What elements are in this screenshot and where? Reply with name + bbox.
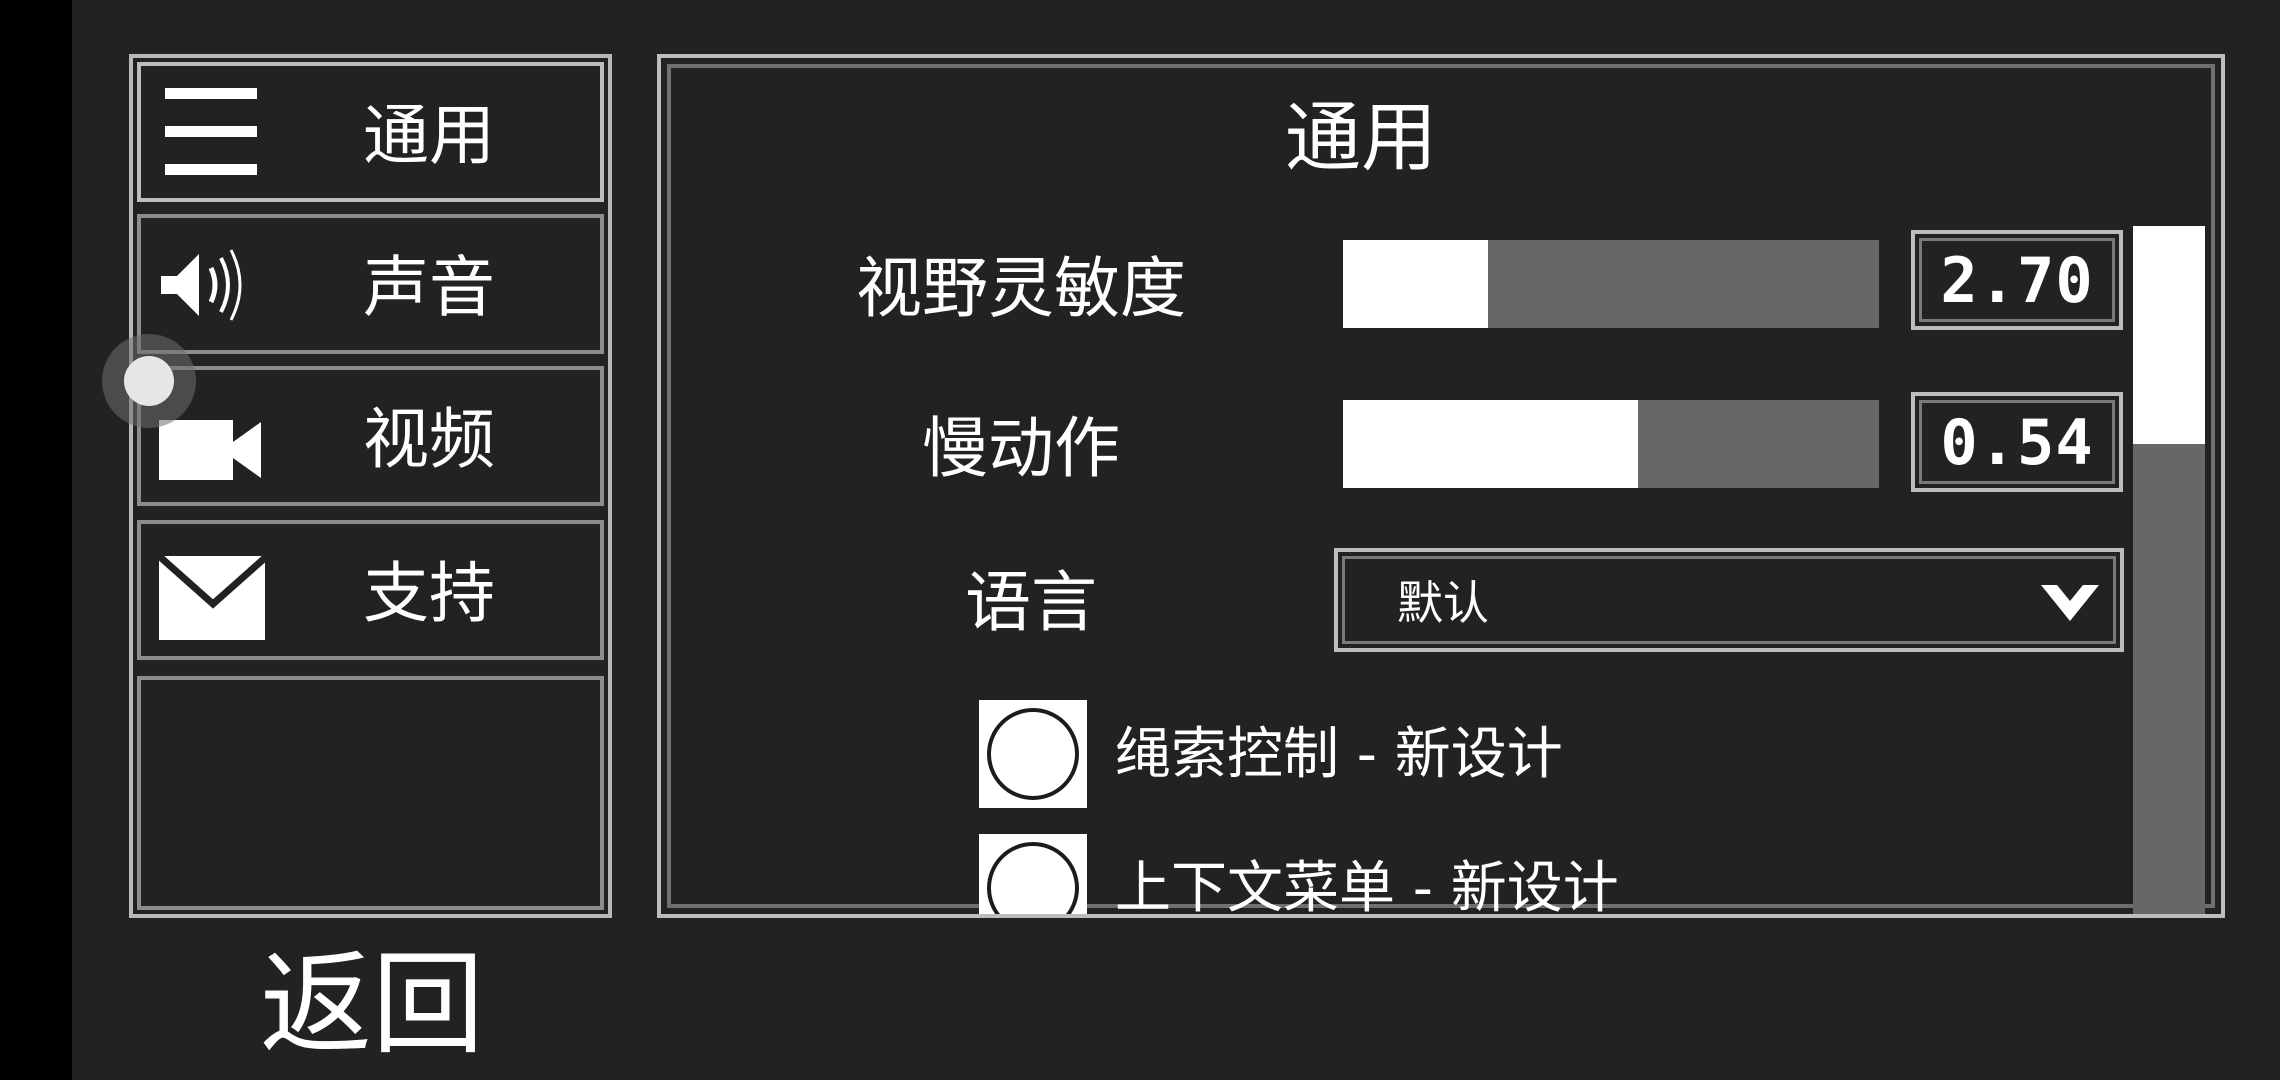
slow-motion-slider[interactable] (1343, 400, 1879, 488)
left-edge-bar (0, 0, 72, 1080)
touch-indicator (102, 334, 196, 428)
fov-sensitivity-value[interactable]: 2.70 (1911, 230, 2123, 330)
page-title: 通用 (1285, 93, 1437, 182)
language-dropdown[interactable]: 默认 (1334, 548, 2124, 652)
settings-screen: 通用 声音 视频 支持 返回 通用 视野灵敏度 2.70 慢动作 0.54 语言… (0, 0, 2280, 1080)
language-label: 语言 (965, 564, 1097, 641)
back-button[interactable]: 返回 (260, 940, 484, 1070)
rope-control-label: 绳索控制 - 新设计 (1115, 722, 1563, 787)
panel-scrollbar[interactable] (2133, 226, 2205, 914)
chevron-down-icon (2041, 585, 2099, 621)
value-text: 2.70 (1919, 238, 2115, 322)
sidebar-empty-slot (137, 676, 604, 910)
sidebar-item-label: 支持 (363, 555, 495, 632)
settings-sidebar: 通用 声音 视频 支持 (129, 54, 612, 918)
sidebar-item-support[interactable]: 支持 (137, 520, 604, 660)
dropdown-frame: 默认 (1342, 556, 2116, 644)
sidebar-item-video[interactable]: 视频 (137, 366, 604, 506)
slider-fill (1343, 240, 1488, 328)
sidebar-item-label: 通用 (363, 97, 495, 174)
context-menu-label: 上下文菜单 - 新设计 (1115, 856, 1619, 918)
slow-motion-value[interactable]: 0.54 (1911, 392, 2123, 492)
sidebar-item-general[interactable]: 通用 (137, 62, 604, 202)
checkbox-circle (979, 700, 1087, 808)
settings-panel: 通用 视野灵敏度 2.70 慢动作 0.54 语言 默认 绳索控制 - 新设计 … (657, 54, 2225, 918)
language-selected: 默认 (1397, 576, 1489, 630)
sidebar-item-label: 声音 (363, 249, 495, 326)
scrollbar-thumb[interactable] (2133, 226, 2205, 444)
fov-sensitivity-label: 视野灵敏度 (856, 250, 1186, 327)
speaker-icon (161, 249, 242, 321)
slow-motion-label: 慢动作 (922, 410, 1120, 487)
menu-icon (165, 88, 257, 175)
value-text: 0.54 (1919, 400, 2115, 484)
fov-sensitivity-slider[interactable] (1343, 240, 1879, 328)
envelope-icon (156, 553, 265, 640)
slider-fill (1343, 400, 1638, 488)
sidebar-item-label: 视频 (363, 401, 495, 478)
checkbox-circle (979, 834, 1087, 914)
sidebar-item-sound[interactable]: 声音 (137, 214, 604, 354)
